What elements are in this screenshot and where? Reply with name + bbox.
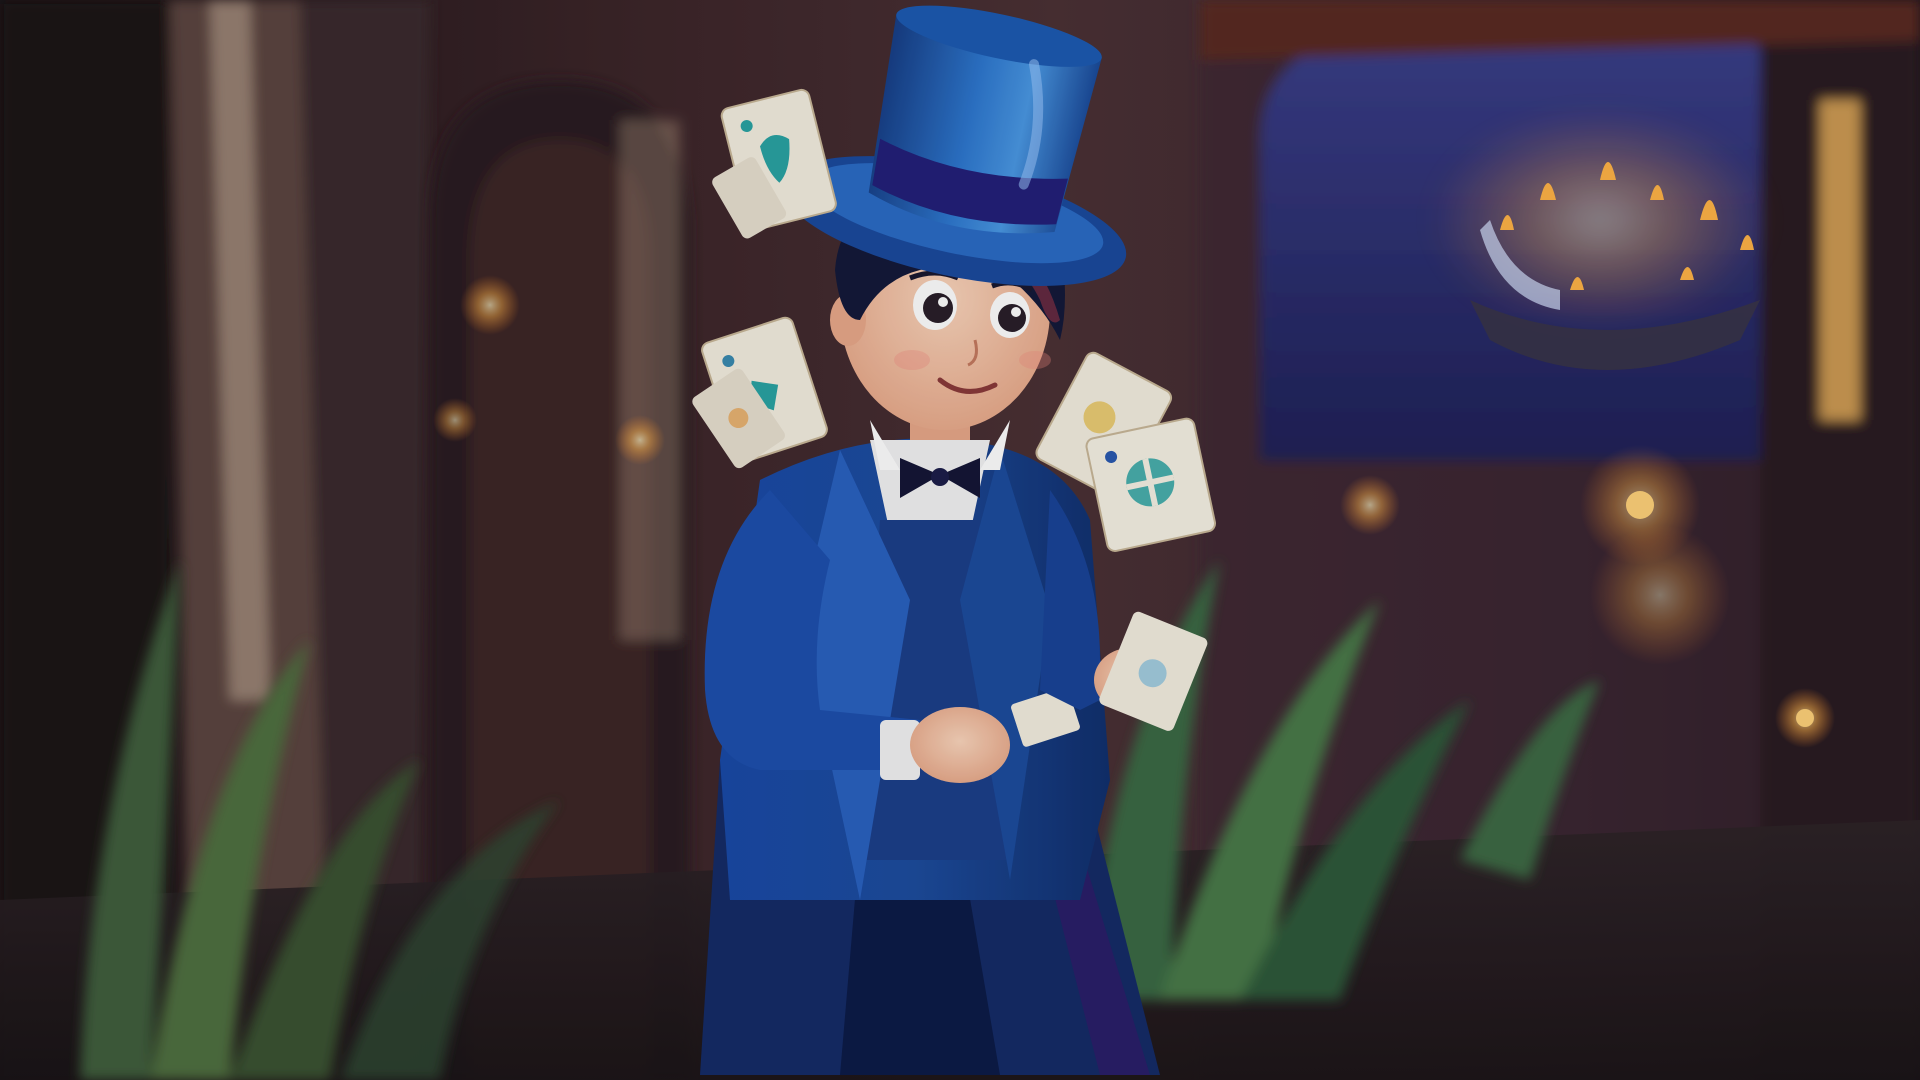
vignette [0, 0, 1920, 1080]
magician-scene [0, 0, 1920, 1080]
